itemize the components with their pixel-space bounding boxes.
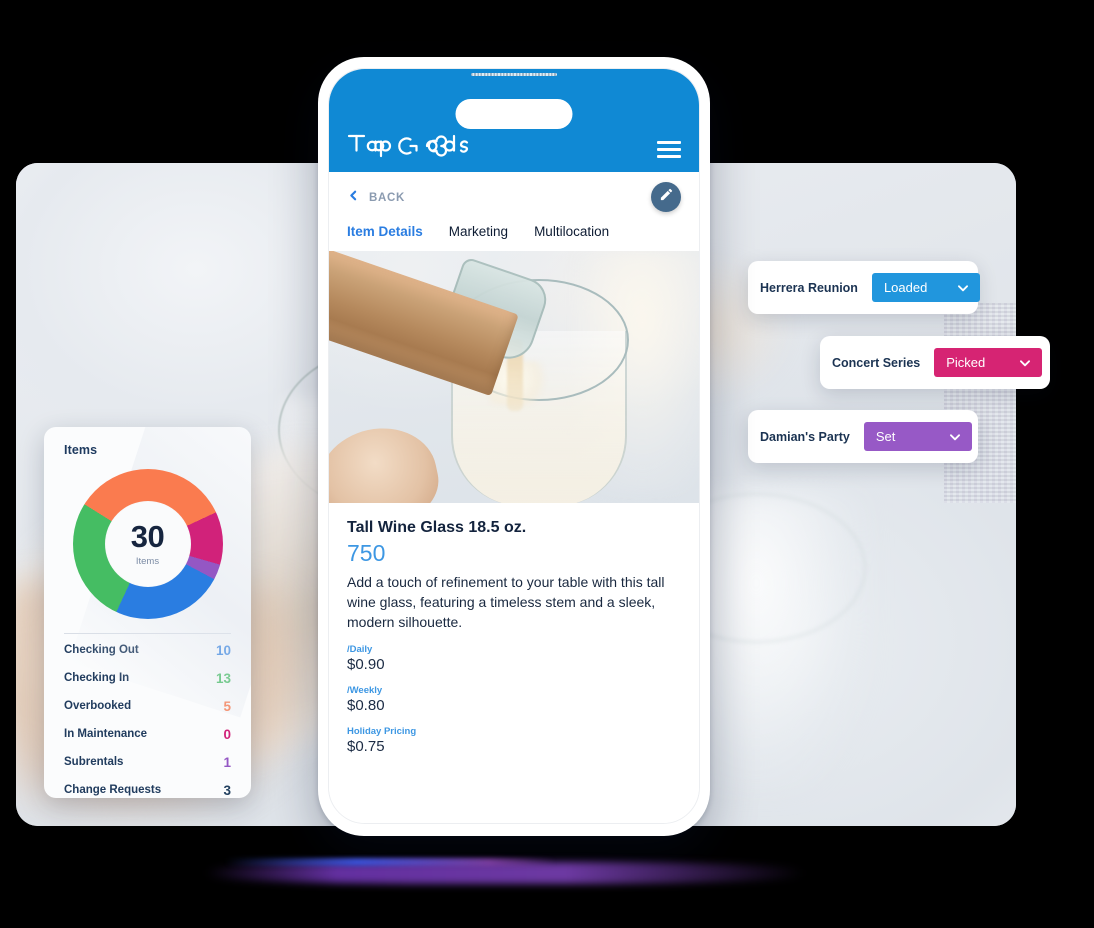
items-donut-chart: 30 Items (72, 469, 223, 619)
status-card-name: Herrera Reunion (760, 280, 858, 295)
status-dropdown-set[interactable]: Set (863, 422, 972, 451)
status-card-name: Damian's Party (760, 429, 850, 444)
phone-speaker-grille (471, 73, 557, 76)
tapgoods-logo-icon (347, 134, 469, 158)
stats-divider (64, 633, 231, 634)
sub-bar: BACK (329, 172, 699, 212)
status-card-herrera-reunion[interactable]: Herrera Reunion Loaded (748, 261, 980, 314)
stat-value: 13 (215, 670, 231, 686)
status-card-damians-party[interactable]: Damian's Party Set (748, 410, 978, 463)
app-screen: BACK Item Details Marketing Multilocatio… (329, 69, 699, 823)
app-bar (329, 69, 699, 172)
stat-row[interactable]: Checking In 13 (64, 664, 231, 692)
stat-row[interactable]: Checking Out 10 (64, 636, 231, 664)
stat-label: Overbooked (64, 700, 132, 712)
tab-multilocation[interactable]: Multilocation (534, 224, 609, 239)
items-card-title: Items (64, 443, 98, 457)
stat-row[interactable]: In Maintenance 0 (64, 720, 231, 748)
status-dropdown-value: Loaded (883, 280, 928, 295)
tab-marketing[interactable]: Marketing (449, 224, 508, 239)
donut-center-value: 30 (130, 519, 165, 554)
stat-value: 5 (223, 698, 231, 714)
price-holiday: Holiday Pricing $0.75 (347, 726, 681, 755)
stat-value: 1 (223, 754, 231, 770)
items-stats-card: Items 30 Items Checking Out 10 Checking In… (44, 427, 251, 798)
chevron-down-icon (1018, 356, 1032, 370)
item-sku: 750 (347, 540, 386, 566)
price-daily: /Daily $0.90 (347, 644, 681, 673)
purple-glow-streak-highlight (225, 858, 555, 866)
back-button-label: BACK (369, 192, 406, 204)
price-daily-value: $0.90 (347, 656, 385, 674)
stat-label: In Maintenance (64, 728, 148, 740)
edit-button[interactable] (651, 182, 681, 212)
tab-item-details[interactable]: Item Details (347, 224, 423, 239)
chevron-left-icon (347, 188, 360, 208)
items-stats-list: Checking Out 10 Checking In 13 Overbooked 5 In… (64, 636, 231, 798)
tapgoods-logo[interactable] (347, 128, 469, 158)
item-detail-section: Tall Wine Glass 18.5 oz. 750 Add a touch… (329, 503, 699, 755)
stat-label: Change Requests (64, 784, 162, 796)
status-card-concert-series[interactable]: Concert Series Picked (820, 336, 1050, 389)
chevron-down-icon (948, 430, 962, 444)
price-holiday-label: Holiday Pricing (347, 726, 417, 738)
status-card-name: Concert Series (832, 355, 921, 370)
price-holiday-value: $0.75 (347, 738, 385, 756)
price-weekly-value: $0.80 (347, 697, 385, 715)
stat-row[interactable]: Overbooked 5 (64, 692, 231, 720)
status-dropdown-value: Picked (946, 355, 986, 370)
stat-label: Checking In (64, 672, 130, 684)
price-daily-label: /Daily (347, 644, 373, 656)
back-button[interactable]: BACK (347, 188, 681, 208)
phone-notch (455, 99, 573, 129)
stat-value: 0 (223, 726, 231, 742)
item-description: Add a touch of refinement to your table … (347, 574, 665, 631)
price-weekly: /Weekly $0.80 (347, 685, 681, 714)
status-dropdown-loaded[interactable]: Loaded (871, 273, 980, 302)
item-hero-image (329, 251, 699, 503)
stat-row[interactable]: Change Requests 3 (64, 776, 231, 798)
item-title: Tall Wine Glass 18.5 oz. (347, 519, 527, 536)
screenshot-stage: Items 30 Items Checking Out 10 Checking In… (0, 0, 1094, 928)
donut-center: 30 Items (104, 501, 191, 587)
hamburger-icon[interactable] (657, 141, 681, 158)
donut-center-label: Items (135, 556, 160, 567)
stat-value: 3 (223, 782, 231, 798)
tab-bar: Item Details Marketing Multilocation (329, 208, 699, 251)
stat-label: Checking Out (64, 644, 139, 656)
stat-value: 10 (215, 642, 231, 658)
status-dropdown-value: Set (875, 429, 896, 444)
phone-mockup: BACK Item Details Marketing Multilocatio… (318, 57, 710, 836)
pencil-icon (659, 187, 674, 207)
price-weekly-label: /Weekly (347, 685, 383, 697)
phone-screen-frame: BACK Item Details Marketing Multilocatio… (328, 68, 700, 824)
photo-noise-artifact (944, 303, 1016, 503)
chevron-down-icon (956, 281, 970, 295)
status-dropdown-picked[interactable]: Picked (934, 348, 1043, 377)
stat-label: Subrentals (64, 756, 124, 768)
stat-row[interactable]: Subrentals 1 (64, 748, 231, 776)
